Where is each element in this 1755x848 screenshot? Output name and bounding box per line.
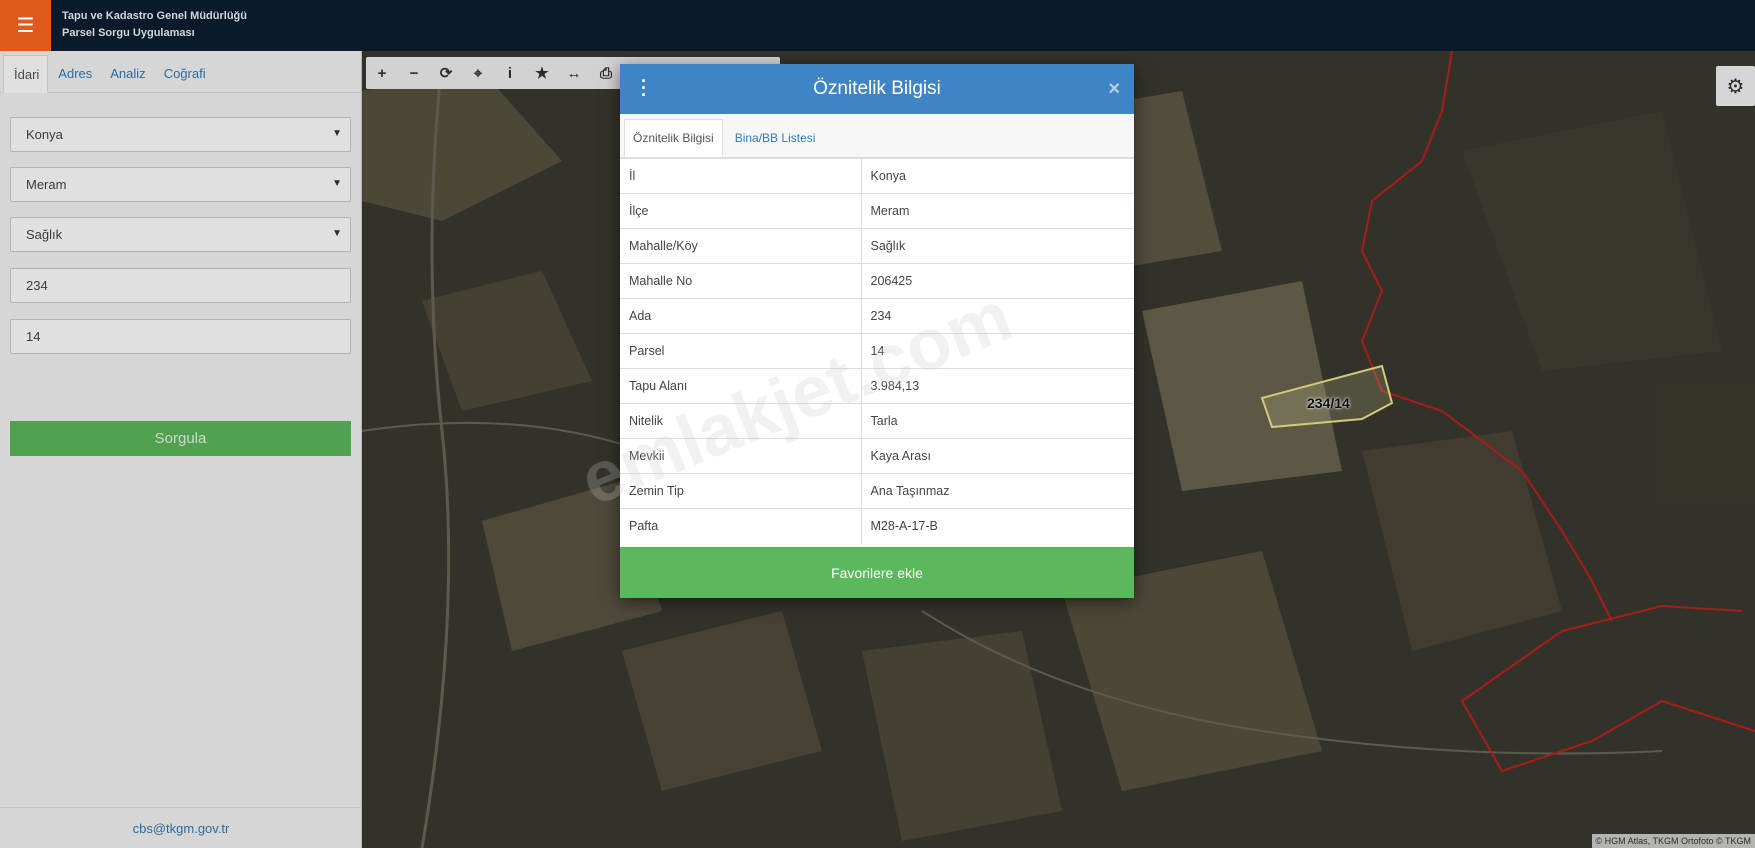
table-row: Parsel 14 — [620, 333, 1134, 369]
attribute-key: Ada — [620, 298, 862, 334]
attribute-key: İlçe — [620, 193, 862, 229]
attribute-key: Mevkii — [620, 438, 862, 474]
modal-tabs: Öznitelik Bilgisi Bina/BB Listesi — [620, 114, 1134, 158]
attribute-key: Pafta — [620, 508, 862, 544]
tab-attribute-info[interactable]: Öznitelik Bilgisi — [624, 119, 723, 157]
kebab-menu-icon[interactable]: · · · — [641, 72, 647, 104]
attribute-value: Ana Taşınmaz — [861, 473, 1134, 509]
table-row: İl Konya — [620, 158, 1134, 194]
table-row: İlçe Meram — [620, 193, 1134, 229]
hamburger-icon[interactable]: ☰ — [0, 0, 51, 51]
attribute-value: Meram — [861, 193, 1134, 229]
table-row: Ada 234 — [620, 298, 1134, 334]
table-row: Zemin Tip Ana Taşınmaz — [620, 473, 1134, 509]
top-bar: ☰ Tapu ve Kadastro Genel Müdürlüğü Parse… — [0, 0, 1755, 51]
modal-title: Öznitelik Bilgisi — [813, 78, 941, 99]
attribute-value: 206425 — [861, 263, 1134, 299]
attribute-key: Tapu Alanı — [620, 368, 862, 404]
attribute-key: Mahalle/Köy — [620, 228, 862, 264]
attribute-value: M28-A-17-B — [861, 508, 1134, 544]
table-row: Mahalle/Köy Sağlık — [620, 228, 1134, 264]
modal-header: · · · Öznitelik Bilgisi × — [620, 64, 1134, 114]
attribute-key: İl — [620, 158, 862, 194]
attribute-value: Konya — [861, 158, 1134, 194]
app-title-line2: Parsel Sorgu Uygulaması — [62, 27, 195, 39]
table-row: Mahalle No 206425 — [620, 263, 1134, 299]
attribute-value: 234 — [861, 298, 1134, 334]
attribute-value: 14 — [861, 333, 1134, 369]
table-row: Pafta M28-A-17-B — [620, 508, 1134, 544]
table-row: Nitelik Tarla — [620, 403, 1134, 439]
attribute-value: Sağlık — [861, 228, 1134, 264]
app-title: Tapu ve Kadastro Genel Müdürlüğü Parsel … — [62, 8, 247, 42]
tab-building-list[interactable]: Bina/BB Listesi — [723, 119, 828, 157]
attribute-key: Parsel — [620, 333, 862, 369]
attribute-value: 3.984,13 — [861, 368, 1134, 404]
attribute-table: İl Konya İlçe Meram Mahalle/Köy Sağlık Mahalle… — [620, 158, 1134, 544]
attribute-key: Zemin Tip — [620, 473, 862, 509]
table-row: Mevkii Kaya Arası — [620, 438, 1134, 474]
attribute-key: Nitelik — [620, 403, 862, 439]
app-title-line1: Tapu ve Kadastro Genel Müdürlüğü — [62, 10, 247, 22]
table-row: Tapu Alanı 3.984,13 — [620, 368, 1134, 404]
attribute-value: Kaya Arası — [861, 438, 1134, 474]
attribute-modal: · · · Öznitelik Bilgisi × Öznitelik Bilgis… — [620, 64, 1134, 598]
attribute-value: Tarla — [861, 403, 1134, 439]
attribute-key: Mahalle No — [620, 263, 862, 299]
add-favorite-button[interactable]: Favorilere ekle — [620, 547, 1134, 598]
close-icon[interactable]: × — [1108, 78, 1120, 101]
